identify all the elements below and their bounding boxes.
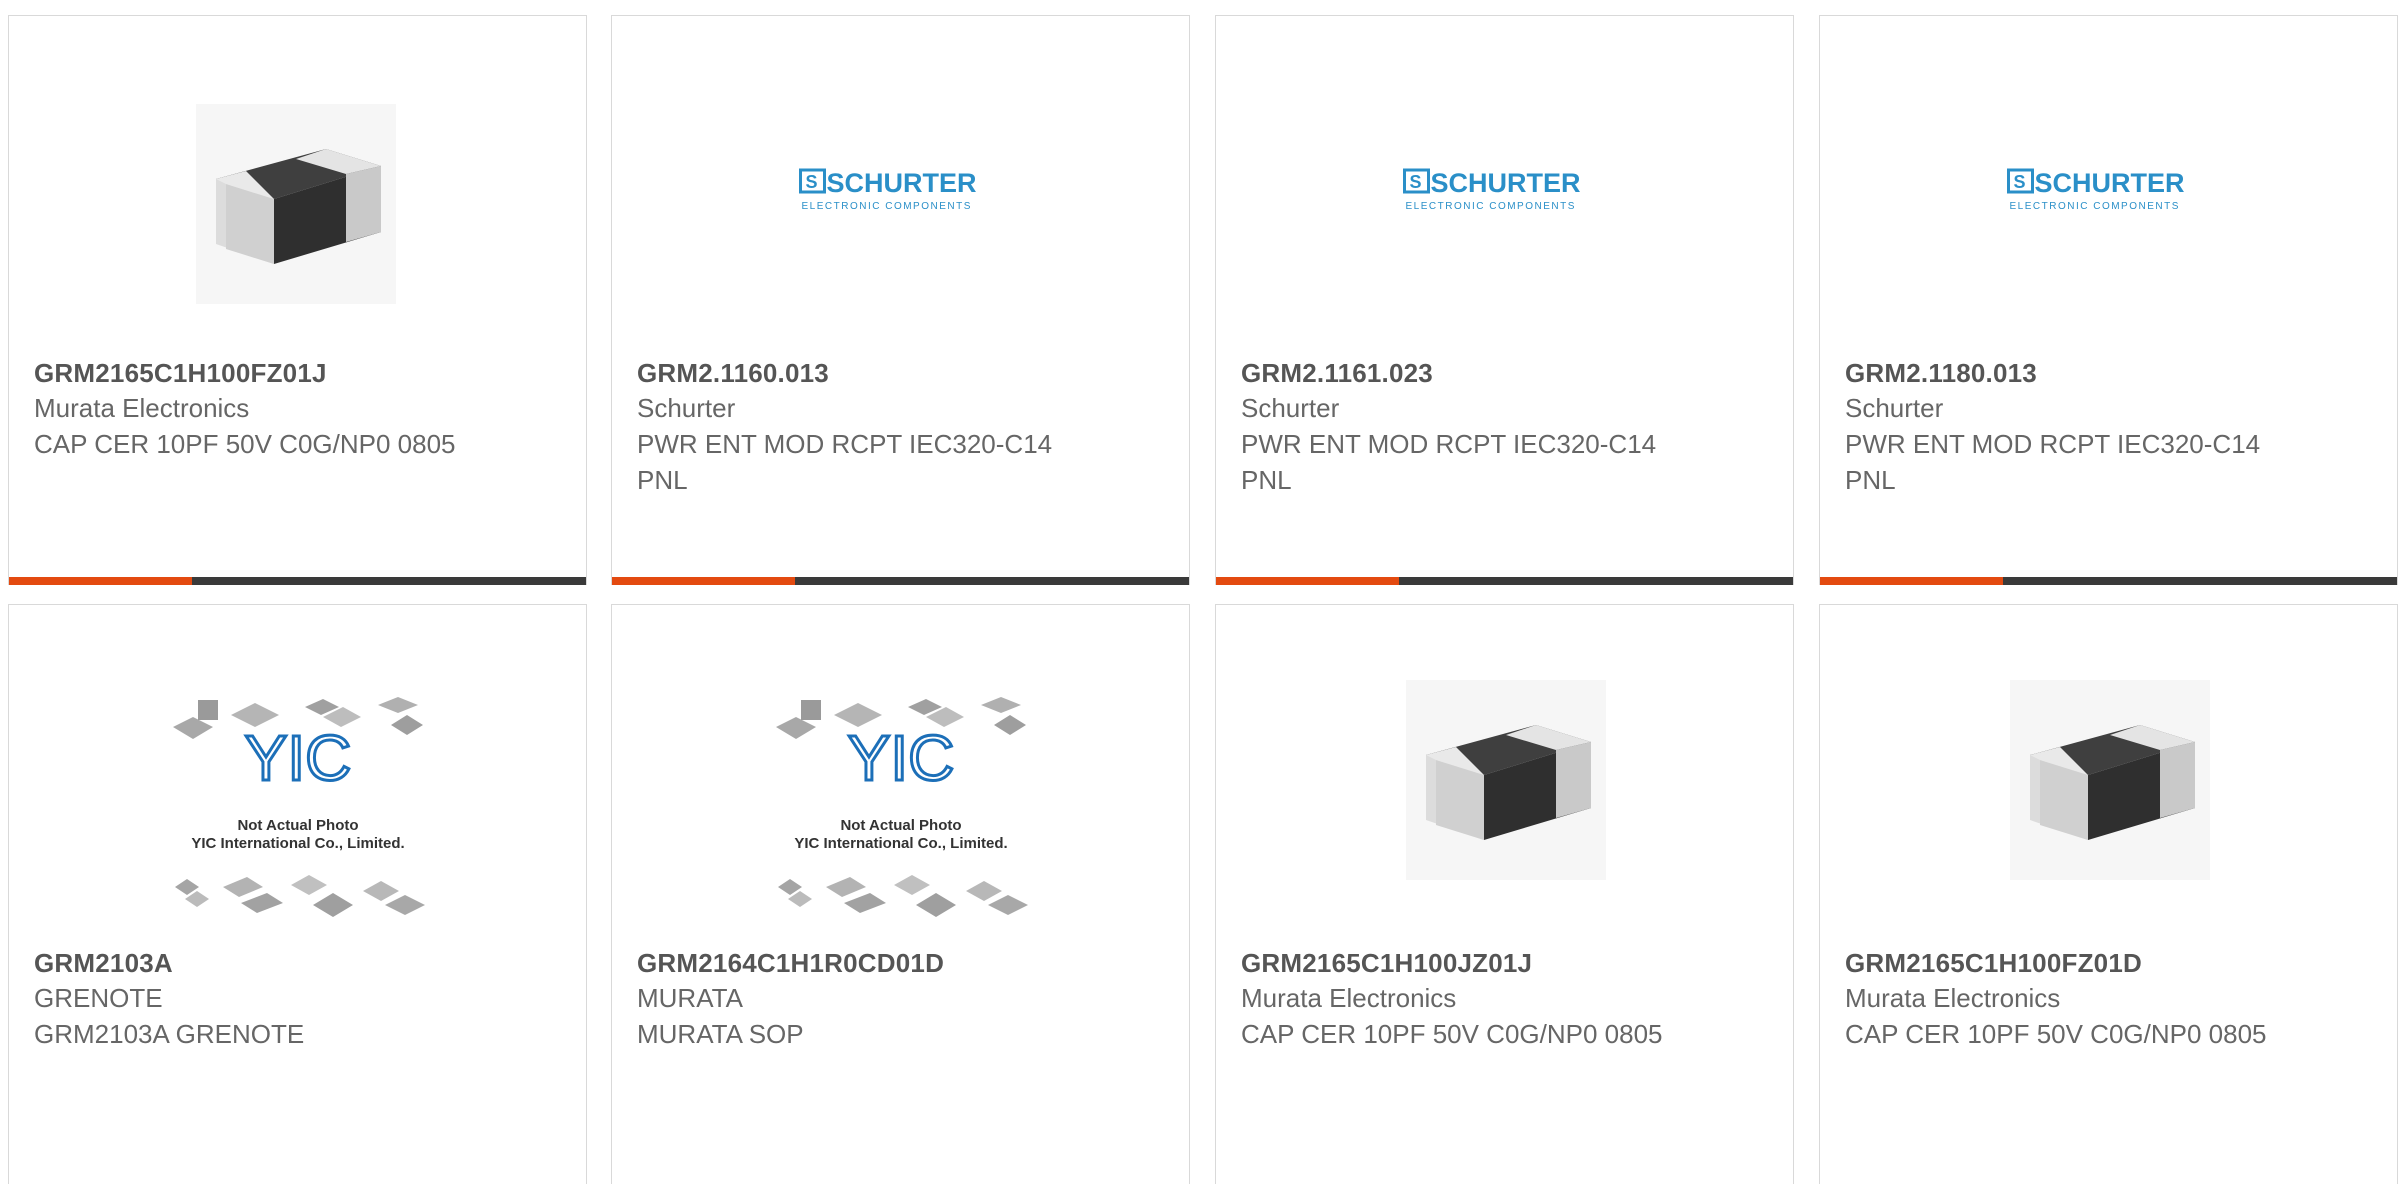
product-card[interactable]: S SCHURTER ELECTRONIC COMPONENTS GRM2.11… <box>1215 15 1794 585</box>
manufacturer-name: MURATA <box>637 983 743 1013</box>
yic-placeholder-image: YIC Not Actual Photo YIC International C… <box>776 697 1028 917</box>
product-card[interactable]: YIC Not Actual Photo YIC International C… <box>8 604 587 1184</box>
schurter-tagline: ELECTRONIC COMPONENTS <box>801 201 971 212</box>
product-description: PWR ENT MOD RCPT IEC320-C14 PNL <box>1241 429 1657 495</box>
schurter-tagline: ELECTRONIC COMPONENTS <box>1405 201 1575 212</box>
schurter-brand: SCHURTER <box>826 168 976 198</box>
product-card[interactable]: GRM2165C1H100FZ01J Murata Electronics CA… <box>8 15 587 585</box>
manufacturer-name: Schurter <box>1241 393 1340 423</box>
manufacturer-name: Murata Electronics <box>34 393 250 423</box>
part-number[interactable]: GRM2164C1H1R0CD01D <box>637 946 1169 980</box>
manufacturer-name: Schurter <box>1845 393 1944 423</box>
schurter-brand: SCHURTER <box>1430 168 1580 198</box>
product-image[interactable]: YIC Not Actual Photo YIC International C… <box>9 605 586 950</box>
part-number[interactable]: GRM2165C1H100FZ01D <box>1845 946 2377 980</box>
product-image[interactable]: S SCHURTER ELECTRONIC COMPONENTS <box>612 16 1189 361</box>
part-number[interactable]: GRM2103A <box>34 946 566 980</box>
product-description: MURATA SOP <box>637 1019 804 1049</box>
schurter-brand: SCHURTER <box>2034 168 2184 198</box>
product-description: GRM2103A GRENOTE <box>34 1019 305 1049</box>
card-progress-bar <box>612 577 1189 585</box>
product-description: PWR ENT MOD RCPT IEC320-C14 PNL <box>637 429 1053 495</box>
product-description: CAP CER 10PF 50V C0G/NP0 0805 <box>1845 1019 2267 1049</box>
card-progress-bar <box>1820 577 2397 585</box>
product-image[interactable] <box>1820 605 2397 950</box>
product-image[interactable] <box>9 16 586 361</box>
manufacturer-name: Schurter <box>637 393 736 423</box>
capacitor-chip-image <box>1406 680 1606 880</box>
product-card[interactable]: GRM2165C1H100JZ01J Murata Electronics CA… <box>1215 604 1794 1184</box>
product-image[interactable] <box>1216 605 1793 950</box>
schurter-tagline: ELECTRONIC COMPONENTS <box>2009 201 2179 212</box>
svg-text:S: S <box>805 172 817 192</box>
product-description: CAP CER 10PF 50V C0G/NP0 0805 <box>34 429 456 459</box>
product-card[interactable]: S SCHURTER ELECTRONIC COMPONENTS GRM2.11… <box>1819 15 2398 585</box>
schurter-logo: S SCHURTER ELECTRONIC COMPONENTS <box>2006 166 2211 221</box>
manufacturer-name: Murata Electronics <box>1241 983 1457 1013</box>
product-description: PWR ENT MOD RCPT IEC320-C14 PNL <box>1845 429 2261 495</box>
capacitor-chip-image <box>196 104 396 304</box>
part-number[interactable]: GRM2.1160.013 <box>637 356 1169 390</box>
yic-note-line1: Not Actual Photo <box>237 817 358 834</box>
manufacturer-name: GRENOTE <box>34 983 163 1013</box>
yic-note-line2: YIC International Co., Limited. <box>794 835 1007 852</box>
part-number[interactable]: GRM2165C1H100FZ01J <box>34 356 566 390</box>
part-number[interactable]: GRM2.1161.023 <box>1241 356 1773 390</box>
svg-text:S: S <box>1409 172 1421 192</box>
product-image[interactable]: S SCHURTER ELECTRONIC COMPONENTS <box>1820 16 2397 361</box>
part-number[interactable]: GRM2.1180.013 <box>1845 356 2377 390</box>
product-card[interactable]: S SCHURTER ELECTRONIC COMPONENTS GRM2.11… <box>611 15 1190 585</box>
product-card[interactable]: YIC Not Actual Photo YIC International C… <box>611 604 1190 1184</box>
yic-placeholder-image: YIC Not Actual Photo YIC International C… <box>173 697 425 917</box>
yic-mark: YIC <box>848 722 955 794</box>
product-grid: GRM2165C1H100FZ01J Murata Electronics CA… <box>0 0 2400 1184</box>
yic-mark: YIC <box>245 722 352 794</box>
product-description: CAP CER 10PF 50V C0G/NP0 0805 <box>1241 1019 1663 1049</box>
card-progress-bar <box>9 577 586 585</box>
part-number[interactable]: GRM2165C1H100JZ01J <box>1241 946 1773 980</box>
product-image[interactable]: YIC Not Actual Photo YIC International C… <box>612 605 1189 950</box>
svg-text:S: S <box>2013 172 2025 192</box>
product-card[interactable]: GRM2165C1H100FZ01D Murata Electronics CA… <box>1819 604 2398 1184</box>
capacitor-chip-image <box>2010 680 2210 880</box>
card-progress-bar <box>1216 577 1793 585</box>
schurter-logo: S SCHURTER ELECTRONIC COMPONENTS <box>1402 166 1607 221</box>
yic-note-line2: YIC International Co., Limited. <box>191 835 404 852</box>
product-image[interactable]: S SCHURTER ELECTRONIC COMPONENTS <box>1216 16 1793 361</box>
schurter-logo: S SCHURTER ELECTRONIC COMPONENTS <box>798 166 1003 221</box>
yic-note-line1: Not Actual Photo <box>840 817 961 834</box>
manufacturer-name: Murata Electronics <box>1845 983 2061 1013</box>
